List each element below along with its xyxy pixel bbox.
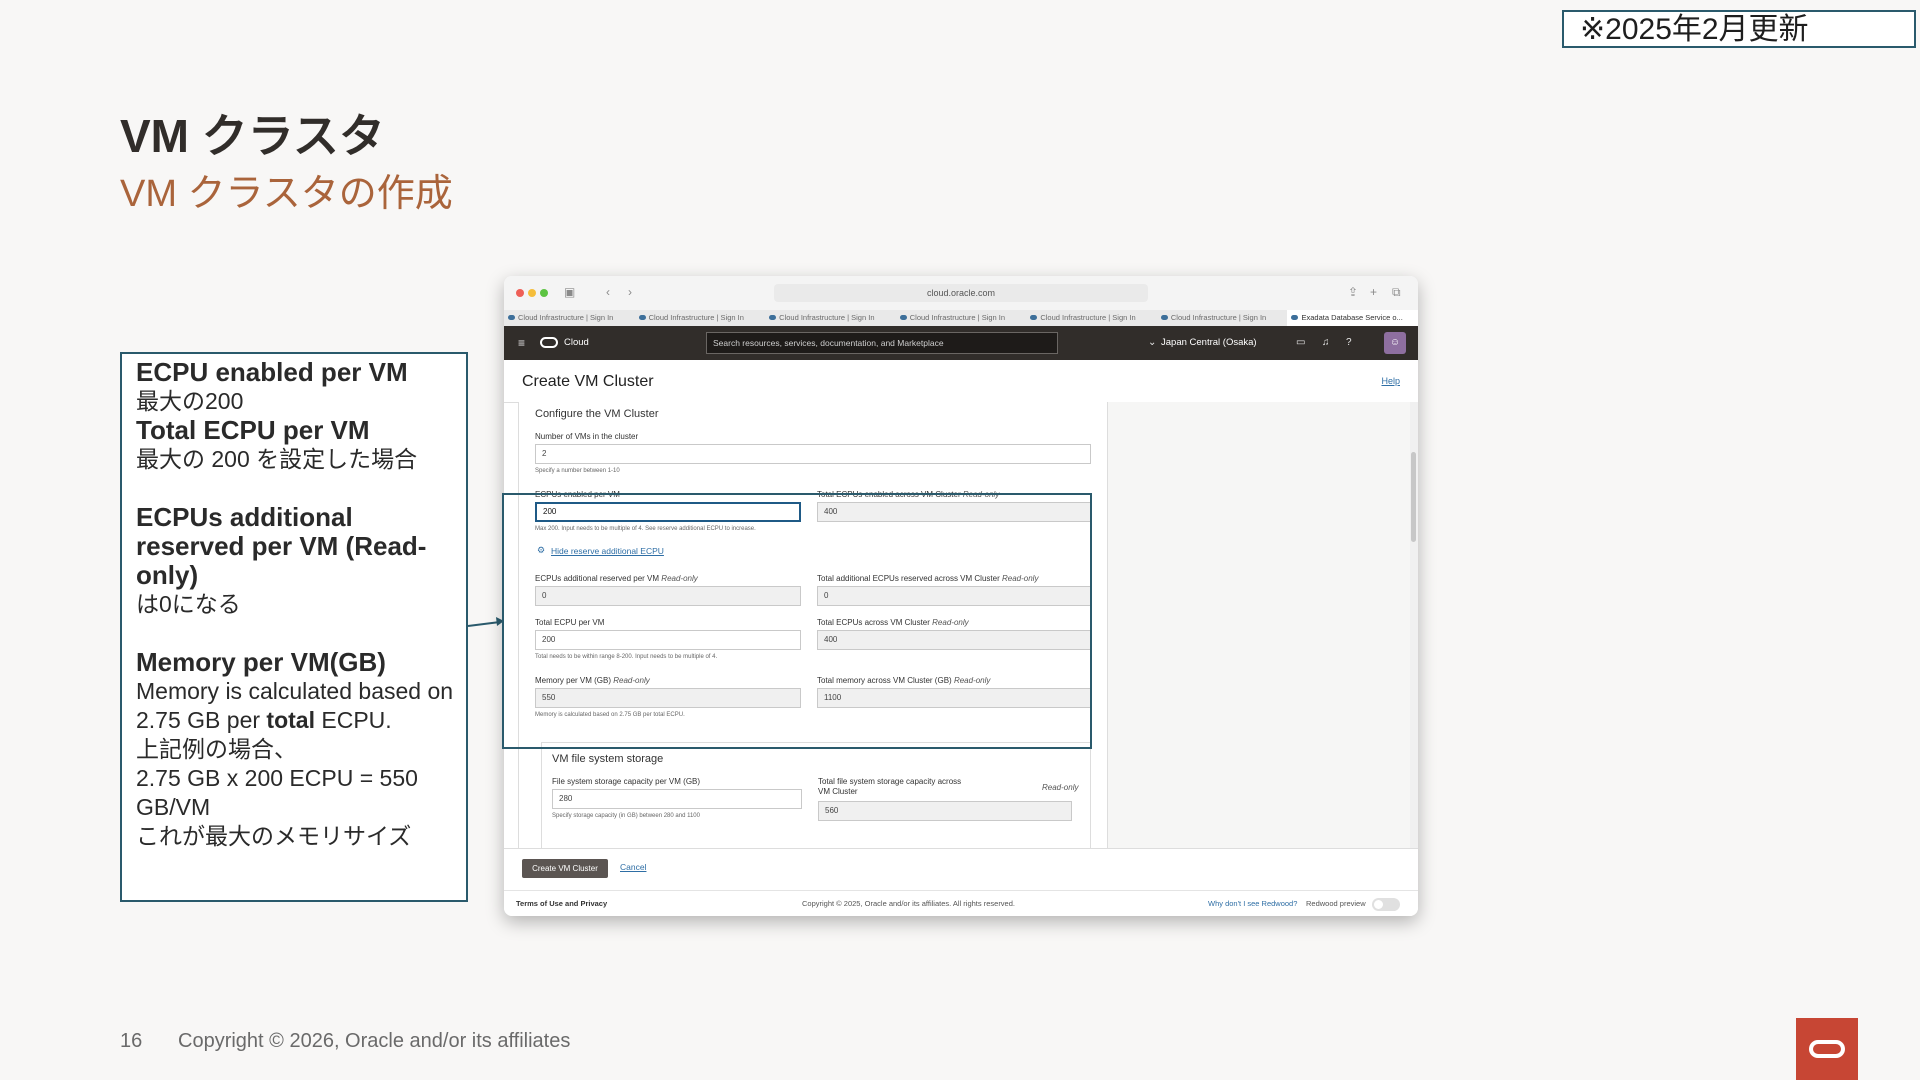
browser-tab[interactable]: Cloud Infrastructure | Sign In <box>1157 310 1288 326</box>
fs-read-only: Read-only <box>1042 783 1079 792</box>
console-brand: Cloud <box>564 337 589 348</box>
fs-total-label: Total file system storage capacity acros… <box>818 777 962 796</box>
scrollbar-thumb[interactable] <box>1411 452 1416 542</box>
browser-tabstrip: Cloud Infrastructure | Sign In Cloud Inf… <box>504 310 1418 326</box>
fs-input[interactable]: 280 <box>552 789 802 809</box>
oracle-logo-icon <box>1796 1018 1858 1080</box>
page-number: 16 <box>120 1030 143 1052</box>
slide-copyright: Copyright © 2026, Oracle and/or its affi… <box>178 1030 571 1052</box>
tabs-overview-icon[interactable]: ⧉ <box>1392 285 1401 300</box>
profile-avatar[interactable]: ☺ <box>1384 332 1406 354</box>
fs-hint: Specify storage capacity (in GB) between… <box>552 813 700 819</box>
console-navbar: ≡ Cloud Search resources, services, docu… <box>504 326 1418 360</box>
callout-text-setting: 最大の 200 を設定した場合 <box>136 446 418 472</box>
fs-storage-section: VM file system storage File system stora… <box>541 742 1091 848</box>
cancel-button[interactable]: Cancel <box>620 862 646 872</box>
num-vms-input[interactable]: 2 <box>535 444 1091 464</box>
forward-icon[interactable]: › <box>628 285 632 299</box>
region-selector[interactable]: Japan Central (Osaka) <box>1161 326 1257 360</box>
browser-tab[interactable]: Cloud Infrastructure | Sign In <box>504 310 635 326</box>
help-icon[interactable]: ? <box>1346 336 1352 350</box>
browser-tab[interactable]: Cloud Infrastructure | Sign In <box>896 310 1027 326</box>
minimize-dot[interactable] <box>528 289 536 297</box>
console-search-input[interactable]: Search resources, services, documentatio… <box>706 332 1058 354</box>
oracle-cloud-logo-icon <box>540 337 558 348</box>
side-panel <box>1092 402 1412 848</box>
hamburger-menu-icon[interactable]: ≡ <box>518 336 525 350</box>
callout-heading-total-ecpu: Total ECPU per VM <box>136 415 370 445</box>
page-scrollbar[interactable] <box>1410 402 1418 848</box>
callout-text-example: 上記例の場合、 <box>136 736 297 762</box>
action-bar: Create VM Cluster Cancel <box>504 848 1418 891</box>
url-bar[interactable]: cloud.oracle.com <box>774 284 1148 302</box>
close-dot[interactable] <box>516 289 524 297</box>
pointer-arrow <box>467 617 504 627</box>
fs-label: File system storage capacity per VM (GB) <box>552 777 701 786</box>
fs-section-title: VM file system storage <box>552 753 664 765</box>
bell-icon[interactable]: ♫ <box>1322 336 1330 350</box>
cloud-shell-icon[interactable]: ▭ <box>1296 336 1305 350</box>
num-vms-label: Number of VMs in the cluster <box>535 432 639 441</box>
browser-tab[interactable]: Cloud Infrastructure | Sign In <box>765 310 896 326</box>
chevron-down-icon[interactable]: ⌄ <box>1148 336 1156 350</box>
callout-text-max-memory: これが最大のメモリサイズ <box>136 823 412 849</box>
create-vm-cluster-button[interactable]: Create VM Cluster <box>522 859 608 878</box>
fs-total-field: 560 <box>818 801 1072 821</box>
num-vms-hint: Specify a number between 1-10 <box>535 468 620 474</box>
back-icon[interactable]: ‹ <box>606 285 610 299</box>
footer-copyright: Copyright © 2025, Oracle and/or its affi… <box>802 899 1015 908</box>
callout-heading-ecpu-per-vm: ECPU enabled per VM <box>136 357 408 387</box>
callout-heading-additional-reserved: ECPUs additional reserved per VM (Read-o… <box>136 502 427 590</box>
page-header: Create VM Cluster Help <box>504 360 1418 403</box>
console-footer: Terms of Use and Privacy Copyright © 202… <box>504 890 1418 916</box>
maximize-dot[interactable] <box>540 289 548 297</box>
redwood-toggle[interactable] <box>1372 898 1400 911</box>
browser-titlebar: ▣ ‹ › cloud.oracle.com ⇪ + ⧉ <box>504 276 1418 310</box>
callout-box: ECPU enabled per VM 最大の200 Total ECPU pe… <box>120 352 468 902</box>
browser-tab[interactable]: Cloud Infrastructure | Sign In <box>635 310 766 326</box>
callout-text-max-200: 最大の200 <box>136 388 244 414</box>
slide-title: VM クラスタ <box>120 110 385 162</box>
page-title: Create VM Cluster <box>522 373 654 390</box>
share-icon[interactable]: ⇪ <box>1348 285 1358 299</box>
new-tab-icon[interactable]: + <box>1370 285 1377 299</box>
callout-text-formula: 2.75 GB x 200 ECPU = 550 GB/VM <box>136 765 418 820</box>
callout-text-memory-calc: Memory is calculated based on 2.75 GB pe… <box>136 678 454 733</box>
help-link[interactable]: Help <box>1381 376 1400 386</box>
highlight-frame <box>502 493 1092 749</box>
redwood-label: Redwood preview <box>1306 899 1366 908</box>
section-title: Configure the VM Cluster <box>535 408 659 420</box>
callout-text-zero: は0になる <box>136 591 241 617</box>
terms-link[interactable]: Terms of Use and Privacy <box>516 891 607 916</box>
update-note-badge: ※2025年2月更新 <box>1562 10 1916 48</box>
callout-heading-memory: Memory per VM(GB) <box>136 647 386 677</box>
browser-tab[interactable]: Cloud Infrastructure | Sign In <box>1026 310 1157 326</box>
redwood-link[interactable]: Why don't I see Redwood? <box>1208 891 1297 916</box>
browser-tab-active[interactable]: Exadata Database Service o... <box>1287 310 1418 326</box>
slide-subtitle: VM クラスタの作成 <box>120 173 453 215</box>
sidebar-toggle-icon[interactable]: ▣ <box>564 285 575 299</box>
